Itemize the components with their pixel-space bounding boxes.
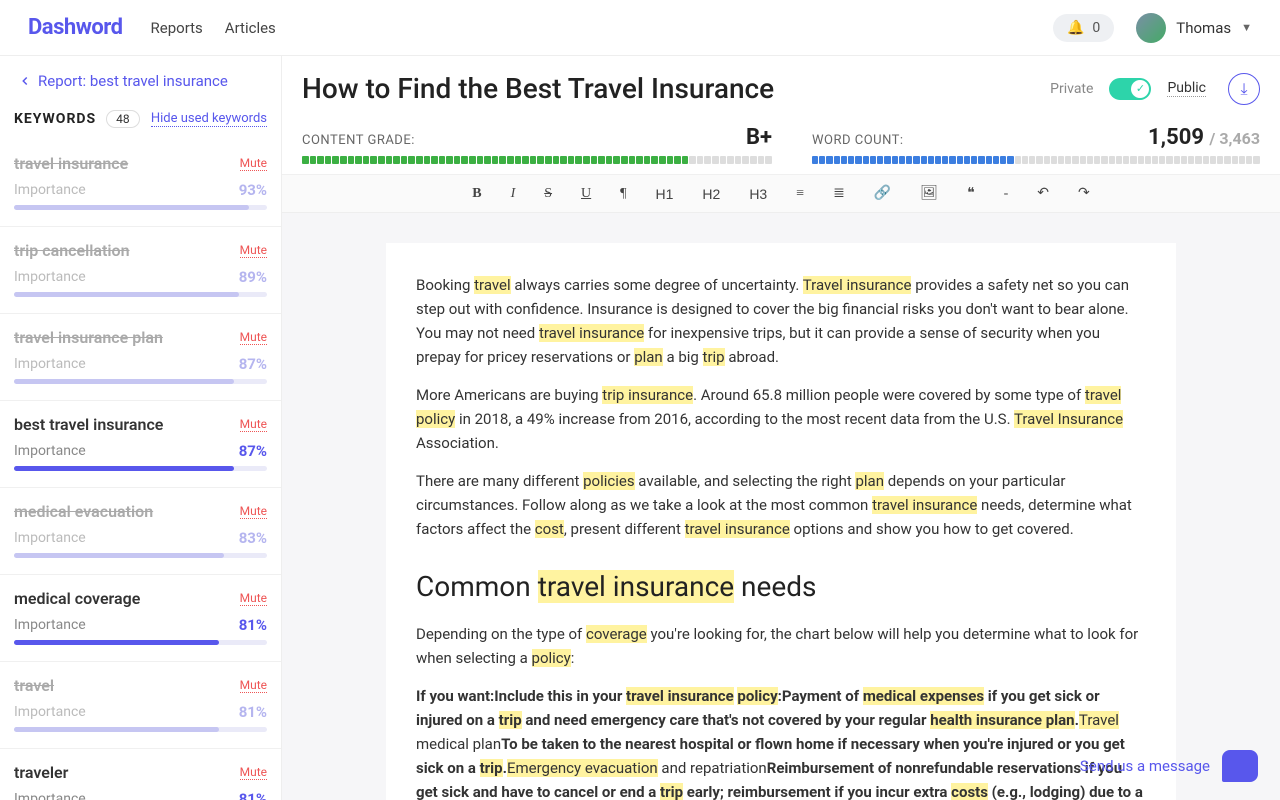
mute-link[interactable]: Mute — [240, 330, 267, 345]
back-to-report-link[interactable]: Report: best travel insurance — [0, 56, 281, 100]
notifications-button[interactable]: 🔔 0 — [1053, 14, 1114, 42]
keyword-name: traveler — [14, 763, 68, 782]
download-icon: ⤓ — [1240, 79, 1247, 99]
h3-button[interactable]: H3 — [749, 186, 767, 202]
nav-reports[interactable]: Reports — [151, 19, 203, 37]
importance-label: Importance — [14, 704, 86, 720]
image-button[interactable]: 🖼 — [920, 185, 938, 202]
chat-widget[interactable]: Send us a message — [1080, 750, 1258, 782]
grade-progress — [302, 156, 772, 164]
importance-label: Importance — [14, 356, 86, 372]
privacy-toggle[interactable] — [1109, 78, 1151, 100]
mute-link[interactable]: Mute — [240, 765, 267, 780]
dash-button[interactable]: - — [1004, 186, 1009, 202]
importance-value: 87% — [239, 442, 267, 460]
avatar — [1136, 13, 1166, 43]
importance-value: 81% — [239, 703, 267, 721]
importance-label: Importance — [14, 791, 86, 800]
quote-button[interactable]: ❝ — [967, 185, 975, 202]
importance-value: 93% — [239, 181, 267, 199]
mute-link[interactable]: Mute — [240, 678, 267, 693]
content-grade-value: B+ — [746, 125, 772, 150]
importance-value: 87% — [239, 355, 267, 373]
importance-label: Importance — [14, 530, 86, 546]
word-count-value: 1,509 / 3,463 — [1148, 125, 1260, 150]
keyword-item[interactable]: medical coverage Mute Importance 81% — [0, 575, 281, 662]
page-title[interactable]: How to Find the Best Travel Insurance — [302, 72, 1034, 105]
keyword-name: medical coverage — [14, 589, 140, 608]
mute-link[interactable]: Mute — [240, 156, 267, 171]
importance-value: 83% — [239, 529, 267, 547]
mute-link[interactable]: Mute — [240, 243, 267, 258]
undo-button[interactable]: ↶ — [1037, 185, 1049, 202]
chevron-down-icon: ▼ — [1241, 21, 1252, 34]
underline-button[interactable]: U — [581, 186, 591, 202]
app-header: Dashword Reports Articles 🔔 0 Thomas ▼ — [0, 0, 1280, 56]
privacy-private-label: Private — [1050, 81, 1093, 97]
content-grade-label: CONTENT GRADE: — [302, 133, 415, 148]
chevron-left-icon — [18, 74, 32, 88]
keyword-item[interactable]: best travel insurance Mute Importance 87% — [0, 401, 281, 488]
h1-button[interactable]: H1 — [656, 186, 674, 202]
app-logo[interactable]: Dashword — [28, 15, 123, 40]
h2-button[interactable]: H2 — [702, 186, 720, 202]
nav-articles[interactable]: Articles — [225, 19, 276, 37]
italic-button[interactable]: I — [511, 186, 516, 202]
user-menu[interactable]: Thomas ▼ — [1136, 13, 1252, 43]
importance-label: Importance — [14, 443, 86, 459]
keyword-name: trip cancellation — [14, 241, 130, 260]
content-area: How to Find the Best Travel Insurance Pr… — [282, 56, 1280, 800]
keywords-count: 48 — [106, 110, 140, 128]
ul-button[interactable]: ≡ — [796, 186, 804, 202]
bold-button[interactable]: B — [472, 186, 481, 202]
user-name: Thomas — [1176, 19, 1231, 37]
keyword-name: travel insurance — [14, 154, 128, 173]
importance-value: 81% — [239, 616, 267, 634]
strike-button[interactable]: S — [544, 186, 552, 202]
importance-label: Importance — [14, 269, 86, 285]
hide-used-link[interactable]: Hide used keywords — [151, 111, 267, 127]
wordcount-progress — [812, 156, 1260, 164]
chat-icon — [1222, 750, 1258, 782]
bell-icon: 🔔 — [1067, 20, 1084, 36]
keyword-item[interactable]: travel Mute Importance 81% — [0, 662, 281, 749]
editor-body[interactable]: Booking travel always carries some degre… — [386, 243, 1176, 800]
importance-label: Importance — [14, 182, 86, 198]
privacy-public-label: Public — [1167, 80, 1206, 97]
word-count-label: WORD COUNT: — [812, 133, 904, 148]
importance-value: 81% — [239, 790, 267, 800]
download-button[interactable]: ⤓ — [1228, 73, 1260, 105]
keyword-item[interactable]: travel insurance plan Mute Importance 87% — [0, 314, 281, 401]
sidebar: Report: best travel insurance KEYWORDS 4… — [0, 56, 282, 800]
redo-button[interactable]: ↷ — [1078, 185, 1090, 202]
keyword-name: best travel insurance — [14, 415, 163, 434]
mute-link[interactable]: Mute — [240, 417, 267, 432]
check-icon — [1131, 80, 1149, 98]
keyword-item[interactable]: trip cancellation Mute Importance 89% — [0, 227, 281, 314]
keyword-item[interactable]: traveler Mute Importance 81% — [0, 749, 281, 800]
chat-label: Send us a message — [1080, 757, 1210, 775]
keyword-name: travel insurance plan — [14, 328, 163, 347]
keyword-item[interactable]: medical evacuation Mute Importance 83% — [0, 488, 281, 575]
link-button[interactable]: 🔗 — [874, 185, 891, 202]
keywords-heading: KEYWORDS — [14, 111, 96, 127]
editor-toolbar: B I S U ¶ H1 H2 H3 ≡ ≣ 🔗 🖼 ❝ - ↶ ↷ — [282, 175, 1280, 213]
paragraph-button[interactable]: ¶ — [620, 186, 626, 202]
mute-link[interactable]: Mute — [240, 504, 267, 519]
keyword-name: travel — [14, 676, 54, 695]
importance-label: Importance — [14, 617, 86, 633]
mute-link[interactable]: Mute — [240, 591, 267, 606]
importance-value: 89% — [239, 268, 267, 286]
ol-button[interactable]: ≣ — [833, 185, 845, 202]
notification-count: 0 — [1092, 20, 1100, 36]
keyword-item[interactable]: travel insurance Mute Importance 93% — [0, 140, 281, 227]
keyword-name: medical evacuation — [14, 502, 153, 521]
